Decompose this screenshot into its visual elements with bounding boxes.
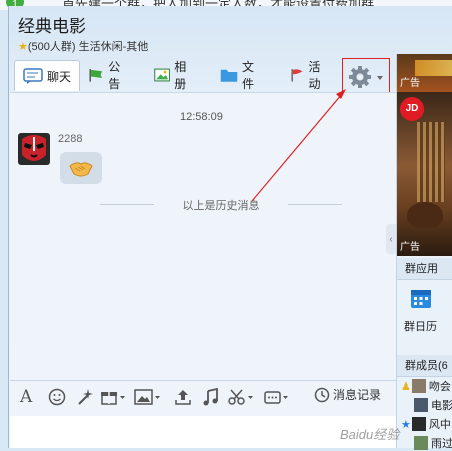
calendar-icon: [411, 290, 431, 308]
ad-banner-main[interactable]: JD 广告: [397, 92, 452, 256]
message-history-label: 消息记录: [333, 388, 382, 402]
group-calendar-label: 群日历: [404, 321, 437, 333]
avatar: [414, 398, 428, 412]
upload-icon: [175, 390, 191, 405]
upload-button[interactable]: [174, 386, 192, 408]
ad-banner-top[interactable]: 广告: [397, 54, 452, 92]
more-icon: [264, 391, 288, 404]
message-history-button[interactable]: 消息记录: [314, 386, 381, 403]
clock-icon: [314, 387, 330, 402]
message-input[interactable]: [10, 416, 396, 448]
ad-graphic: [415, 60, 452, 76]
group-calendar-button[interactable]: [410, 287, 432, 309]
watermark: Baidu经验: [340, 427, 400, 442]
group-members-header: 群成员(6: [397, 355, 452, 377]
admin-icon: ★: [401, 418, 411, 431]
jd-logo-badge: JD: [400, 97, 424, 121]
screenshot-icon: [228, 389, 253, 405]
owner-icon: ♟: [401, 380, 411, 393]
member-item[interactable]: 电影: [401, 397, 452, 413]
member-item[interactable]: ★ 风中: [401, 416, 451, 432]
magic-button[interactable]: [76, 386, 94, 408]
member-name: 雨过: [431, 438, 452, 450]
ad-label: 广告: [400, 78, 420, 89]
member-name: 风中: [428, 419, 451, 431]
avatar: [411, 417, 426, 431]
image-button[interactable]: [134, 386, 162, 408]
music-button[interactable]: [202, 386, 220, 408]
emoji-button[interactable]: [48, 386, 66, 408]
member-name: 电影: [431, 400, 452, 412]
font-button[interactable]: A: [20, 386, 32, 408]
collapse-panel-button[interactable]: ‹: [386, 224, 396, 254]
gift-icon: [101, 392, 125, 405]
music-icon: [203, 388, 218, 406]
more-button[interactable]: [264, 386, 290, 408]
member-name: 吻会: [428, 381, 451, 393]
avatar: [411, 379, 426, 393]
screenshot-button[interactable]: [228, 386, 256, 408]
member-item[interactable]: 雨过: [401, 435, 452, 451]
member-item[interactable]: ♟ 吻会: [401, 378, 451, 394]
ad-graphic-shelf: [417, 122, 445, 202]
font-icon: A: [20, 387, 33, 407]
gift-button[interactable]: [100, 386, 126, 408]
ad-graphic-teapot: [407, 202, 443, 228]
magic-icon: [78, 389, 93, 405]
chevron-left-icon: ‹: [389, 233, 393, 245]
emoji-icon: [48, 388, 66, 406]
image-icon: [134, 389, 160, 405]
ad-label: 广告: [400, 242, 420, 253]
group-apps-header: 群应用: [397, 258, 452, 280]
